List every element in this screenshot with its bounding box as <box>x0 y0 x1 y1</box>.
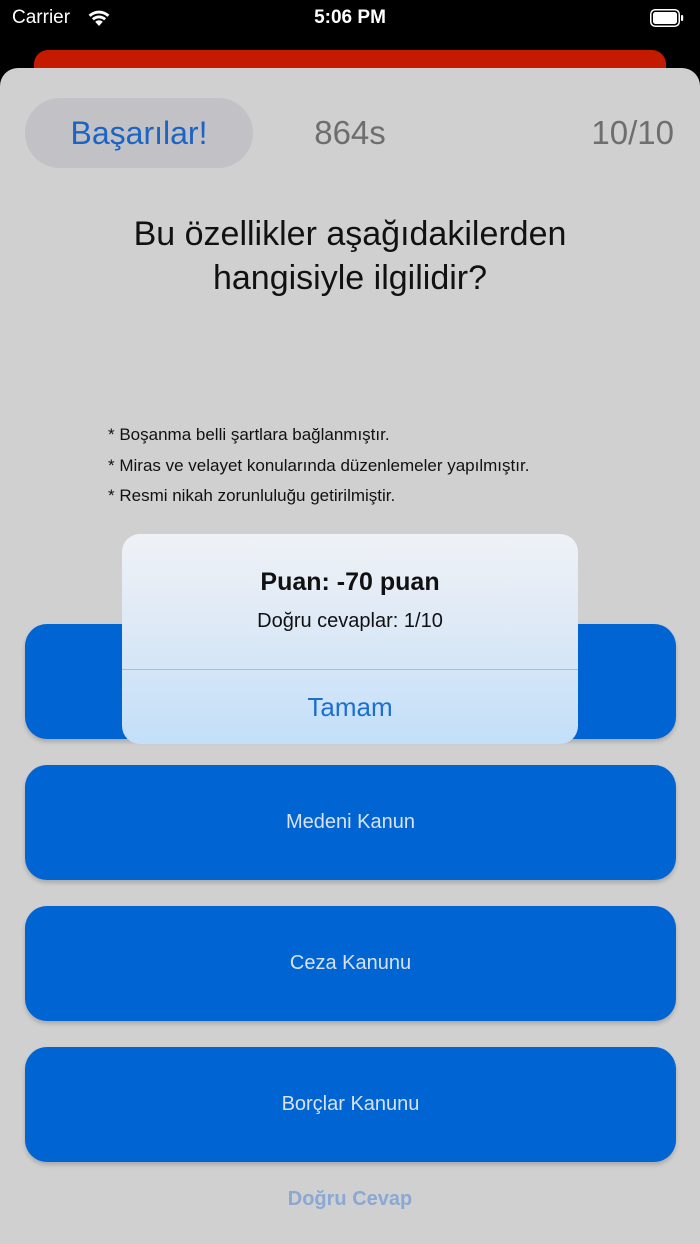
status-time: 5:06 PM <box>314 7 386 28</box>
answer-button-3[interactable]: Ceza Kanunu <box>25 906 676 1021</box>
score-alert: Puan: -70 puan Doğru cevaplar: 1/10 Tama… <box>122 534 578 744</box>
alert-title: Puan: -70 puan <box>260 568 440 596</box>
timer-label: 864s <box>314 114 386 151</box>
battery-icon <box>650 9 684 27</box>
fact-item: * Miras ve velayet konularında düzenleme… <box>108 455 530 475</box>
answer-button-4[interactable]: Borçlar Kanunu <box>25 1047 676 1162</box>
question-facts: * Boşanma belli şartlara bağlanmıştır. *… <box>108 420 668 512</box>
fact-item: * Boşanma belli şartlara bağlanmıştır. <box>108 425 390 444</box>
quiz-header: Başarılar! 864s 10/10 <box>0 68 700 198</box>
achievements-button[interactable]: Başarılar! <box>25 98 253 168</box>
correct-answer-button[interactable]: Doğru Cevap <box>0 1188 700 1211</box>
answer-button-2[interactable]: Medeni Kanun <box>25 765 676 880</box>
alert-ok-button[interactable]: Tamam <box>122 670 578 744</box>
status-bar: Carrier 5:06 PM <box>0 0 700 40</box>
screen: Carrier 5:06 PM Başarılar! 864s 10/10 Bu… <box>0 0 700 1244</box>
question-progress: 10/10 <box>591 114 674 151</box>
alert-message: Doğru cevaplar: 1/10 <box>257 610 443 632</box>
question-text: Bu özellikler aşağıdakilerden hangisiyle… <box>133 215 567 297</box>
fact-item: * Resmi nikah zorunluluğu getirilmiştir. <box>108 486 396 505</box>
